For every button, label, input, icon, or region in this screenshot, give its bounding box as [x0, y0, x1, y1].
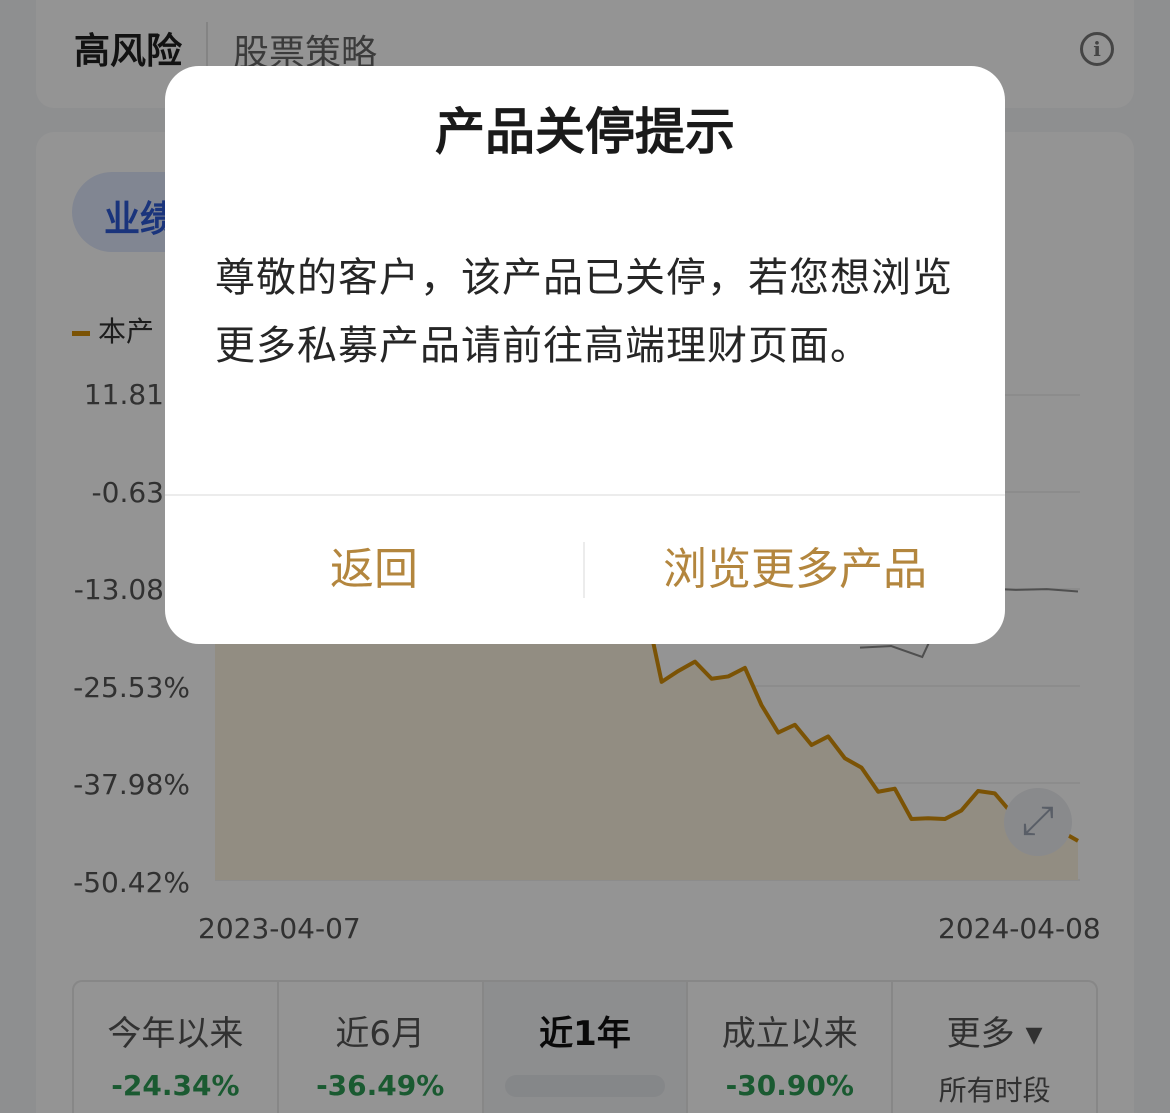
product-closed-dialog: 产品关停提示 尊敬的客户，该产品已关停，若您想浏览更多私募产品请前往高端理财页面…: [165, 66, 1005, 644]
dialog-message: 尊敬的客户，该产品已关停，若您想浏览更多私募产品请前往高端理财页面。: [215, 255, 953, 369]
dialog-title: 产品关停提示: [435, 103, 735, 161]
back-button[interactable]: 返回: [165, 496, 583, 644]
browse-more-products-button[interactable]: 浏览更多产品: [585, 496, 1005, 644]
